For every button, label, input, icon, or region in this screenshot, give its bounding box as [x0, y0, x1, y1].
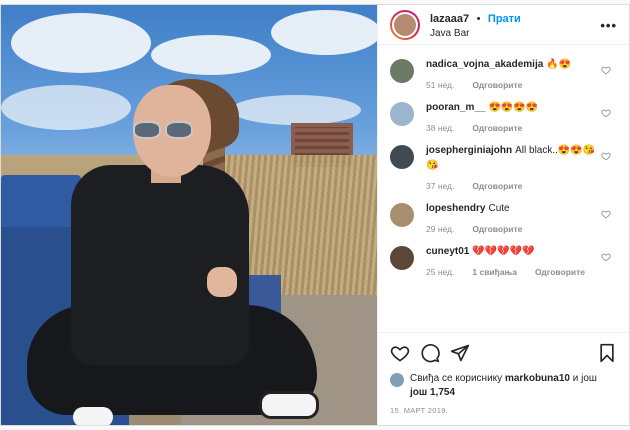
comment-time[interactable]: 37 нед. [426, 181, 454, 191]
likes-summary: Свиђа се кориснику markobuna10 и још још… [378, 372, 629, 400]
cloud [151, 35, 271, 75]
comment-item: josepherginiajohn All black..😍😍😘😘 37 нед.… [390, 143, 617, 191]
person-torso [71, 165, 249, 365]
commenter-username[interactable]: cuneyt01 [426, 246, 469, 257]
post-photo[interactable] [1, 5, 377, 425]
post-date[interactable]: 15. МАРТ 2019. [378, 400, 629, 425]
commenter-avatar[interactable] [390, 102, 414, 126]
comments-list: nadica_vojna_akademija 🔥😍 51 нед. Одговори… [378, 45, 629, 332]
comment-item: nadica_vojna_akademija 🔥😍 51 нед. Одговори… [390, 57, 617, 90]
commenter-username[interactable]: pooran_m__ [426, 102, 485, 113]
comment-text: Cute [488, 203, 510, 214]
comment-text: 😍😍😍😍 [488, 102, 539, 113]
more-options-icon[interactable]: ••• [600, 18, 617, 33]
person-shoe [73, 407, 113, 425]
commenter-avatar[interactable] [390, 145, 414, 169]
commenter-username[interactable]: josepherginiajohn [426, 145, 512, 156]
comment-text: 💔💔💔💔💔 [472, 246, 535, 257]
follow-button[interactable]: Прати [488, 13, 521, 25]
comment-likes-count[interactable]: 1 свиђања [472, 267, 517, 277]
bookmark-icon[interactable] [597, 343, 617, 363]
comment-like-heart-icon[interactable] [601, 252, 611, 262]
heart-icon[interactable] [390, 343, 410, 363]
comment-item: cuneyt01 💔💔💔💔💔 25 нед. 1 свиђања Одговорите [390, 244, 617, 277]
share-icon[interactable] [450, 343, 470, 363]
cloud [11, 13, 151, 73]
comment-like-heart-icon[interactable] [601, 65, 611, 75]
cloud [1, 85, 131, 130]
comment-like-heart-icon[interactable] [601, 209, 611, 219]
reply-button[interactable]: Одговорите [472, 123, 522, 133]
comment-text: 🔥😍 [546, 59, 572, 70]
separator-dot: • [476, 13, 481, 26]
person-shoe [259, 391, 319, 419]
comment-item: lopeshendry Cute 29 нед. Одговорите [390, 201, 617, 234]
reply-button[interactable]: Одговорите [472, 224, 522, 234]
likes-count[interactable]: још 1,754 [410, 387, 455, 398]
reply-button[interactable]: Одговорите [535, 267, 585, 277]
reply-button[interactable]: Одговорите [472, 80, 522, 90]
liker-avatar[interactable] [390, 373, 404, 387]
likes-middle: и још [572, 373, 597, 384]
reply-button[interactable]: Одговорите [472, 181, 522, 191]
post-actions-bar [378, 332, 629, 372]
likes-prefix: Свиђа се кориснику [410, 373, 503, 384]
liker-username[interactable]: markobuna10 [505, 373, 570, 384]
app-frame: lazaaa7 • Прати Java Bar ••• nadica_vojn… [0, 0, 630, 430]
commenter-username[interactable]: nadica_vojna_akademija [426, 59, 543, 70]
person-hand [207, 267, 237, 297]
author-avatar[interactable] [390, 9, 420, 40]
cloud [231, 95, 361, 125]
comment-time[interactable]: 29 нед. [426, 224, 454, 234]
author-username[interactable]: lazaaa7 [430, 13, 469, 25]
person-sunglasses [133, 121, 195, 139]
commenter-avatar[interactable] [390, 59, 414, 83]
cloud [271, 10, 377, 55]
comment-time[interactable]: 51 нед. [426, 80, 454, 90]
comment-time[interactable]: 38 нед. [426, 123, 454, 133]
commenter-username[interactable]: lopeshendry [426, 203, 485, 214]
commenter-avatar[interactable] [390, 246, 414, 270]
post-header: lazaaa7 • Прати Java Bar ••• [378, 5, 629, 45]
post-container: lazaaa7 • Прати Java Bar ••• nadica_vojn… [0, 4, 630, 426]
comment-time[interactable]: 25 нед. [426, 267, 454, 277]
comment-icon[interactable] [420, 343, 440, 363]
commenter-avatar[interactable] [390, 203, 414, 227]
comment-like-heart-icon[interactable] [601, 108, 611, 118]
post-location[interactable]: Java Bar [430, 28, 521, 41]
author-info: lazaaa7 • Прати Java Bar [430, 8, 521, 41]
post-side-panel: lazaaa7 • Прати Java Bar ••• nadica_vojn… [377, 5, 629, 425]
comment-like-heart-icon[interactable] [601, 151, 611, 161]
comment-item: pooran_m__ 😍😍😍😍 38 нед. Одговорите [390, 100, 617, 133]
